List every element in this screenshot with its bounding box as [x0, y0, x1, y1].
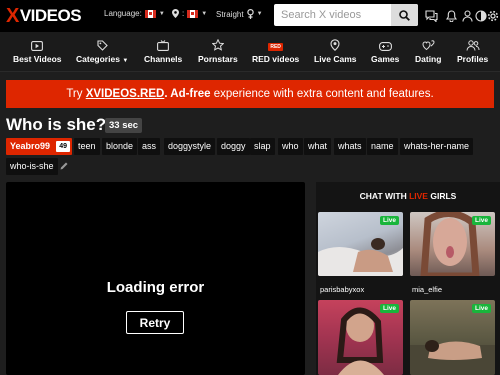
main-nav: Best Videos Categories ▼ Channels Pornst…: [0, 32, 500, 72]
gamepad-icon: [378, 42, 392, 51]
uploader-video-count: 49: [56, 141, 71, 152]
nav-games[interactable]: Games: [371, 38, 399, 70]
tag-link[interactable]: who-is-she: [6, 158, 58, 175]
tag-link[interactable]: ass: [138, 138, 161, 155]
nav-label: Best Videos: [13, 54, 62, 64]
orientation-label: Straight: [216, 9, 244, 19]
tag-link[interactable]: who: [278, 138, 303, 155]
orientation-selector[interactable]: Straight ▼: [216, 9, 263, 19]
xvideos-logo[interactable]: X VIDEOS: [6, 4, 82, 27]
settings-gear-icon[interactable]: [486, 9, 500, 23]
nav-red-videos[interactable]: RED RED videos: [252, 38, 299, 70]
nav-label: Games: [371, 54, 400, 64]
tag-icon: [97, 40, 108, 51]
cam-model-name[interactable]: parisbabyxox: [320, 285, 364, 294]
nav-live-cams[interactable]: Live Cams: [314, 38, 357, 70]
search-box: [274, 4, 418, 26]
nav-label: Categories ▼: [76, 54, 129, 64]
uploader-tag[interactable]: Yeabro99 49: [6, 138, 73, 155]
tag-link[interactable]: doggy: [217, 138, 250, 155]
canada-flag-icon: [144, 9, 156, 18]
promo-text: Try XVIDEOS.RED. Ad-free experience with…: [66, 88, 434, 100]
live-cam-thumbnail[interactable]: Live: [318, 212, 403, 276]
tag-link[interactable]: whats-her-name: [400, 138, 474, 155]
nav-best-videos[interactable]: Best Videos: [13, 38, 62, 70]
tag-link[interactable]: slap: [250, 138, 275, 155]
chat-icon[interactable]: [424, 9, 438, 23]
play-square-icon: [31, 41, 44, 51]
logo-x: X: [6, 4, 19, 27]
red-badge-icon: RED: [268, 43, 283, 51]
notification-bell-icon[interactable]: [444, 9, 458, 23]
tag-link[interactable]: doggystyle: [164, 138, 216, 155]
video-title: Who is she?: [6, 115, 107, 134]
location-pin-icon: [172, 9, 179, 18]
live-badge: Live: [471, 304, 491, 313]
nav-dating[interactable]: Dating: [415, 38, 441, 70]
live-pin-icon: [330, 39, 340, 51]
nav-label: Channels: [144, 54, 183, 64]
live-panel-title: CHAT WITH LIVE GIRLS: [359, 191, 457, 201]
chevron-down-icon: ▼: [256, 11, 263, 17]
live-cam-thumbnail[interactable]: Live: [318, 300, 403, 375]
live-cam-thumbnail[interactable]: Live: [410, 300, 495, 375]
search-input[interactable]: [274, 4, 386, 26]
live-cam-thumbnail[interactable]: Live: [410, 212, 495, 276]
star-icon: [211, 39, 224, 51]
search-icon: [399, 9, 410, 21]
nav-label: Profiles: [457, 54, 489, 64]
tag-link[interactable]: what: [304, 138, 332, 155]
country-selector[interactable]: : ▼: [172, 9, 207, 18]
user-account-icon[interactable]: [460, 9, 474, 23]
chevron-down-icon: ▼: [122, 58, 129, 64]
retry-button[interactable]: Retry: [126, 311, 184, 334]
video-player[interactable]: Loading error Retry: [6, 182, 305, 375]
tag-link[interactable]: name: [367, 138, 398, 155]
tag-link[interactable]: blonde: [102, 138, 138, 155]
canada-flag-icon: [187, 9, 199, 18]
search-button[interactable]: [391, 4, 418, 26]
edit-pencil-icon[interactable]: [59, 161, 69, 171]
top-bar: X VIDEOS Language: ▼ : ▼ Straight ▼: [0, 0, 500, 32]
nav-label: RED videos: [252, 54, 300, 64]
chevron-down-icon: ▼: [201, 10, 208, 17]
cam-model-name[interactable]: mia_elfie: [412, 285, 442, 294]
female-symbol-icon: [246, 9, 254, 19]
nav-channels[interactable]: Channels: [144, 38, 182, 70]
separator-colon: :: [182, 9, 185, 18]
video-duration-badge: 33 sec: [105, 118, 143, 133]
tag-link[interactable]: teen: [74, 138, 100, 155]
live-badge: Live: [379, 216, 399, 225]
logo-text: VIDEOS: [19, 6, 82, 25]
loading-error-message: Loading error: [106, 279, 205, 296]
nav-label: Live Cams: [314, 54, 357, 64]
nav-profiles[interactable]: Profiles: [457, 38, 488, 70]
nav-pornstars[interactable]: Pornstars: [198, 38, 238, 70]
live-badge: Live: [471, 216, 491, 225]
nav-label: Pornstars: [198, 54, 238, 64]
uploader-name: Yeabro99: [10, 141, 51, 151]
nav-categories[interactable]: Categories ▼: [76, 38, 128, 70]
red-promo-banner[interactable]: Try XVIDEOS.RED. Ad-free experience with…: [6, 80, 494, 108]
hearts-icon: [422, 40, 435, 51]
live-badge: Live: [379, 304, 399, 313]
language-selector[interactable]: Language: ▼: [104, 9, 165, 18]
users-icon: [466, 40, 480, 51]
tag-link[interactable]: whats: [334, 138, 366, 155]
nav-label: Dating: [415, 54, 442, 64]
chevron-down-icon: ▼: [158, 10, 165, 17]
promo-link[interactable]: XVIDEOS.RED: [86, 88, 165, 100]
tv-icon: [157, 40, 170, 51]
language-label: Language:: [104, 9, 142, 18]
live-cams-panel: CHAT WITH LIVE GIRLS Live parisbabyxox L…: [316, 182, 500, 375]
